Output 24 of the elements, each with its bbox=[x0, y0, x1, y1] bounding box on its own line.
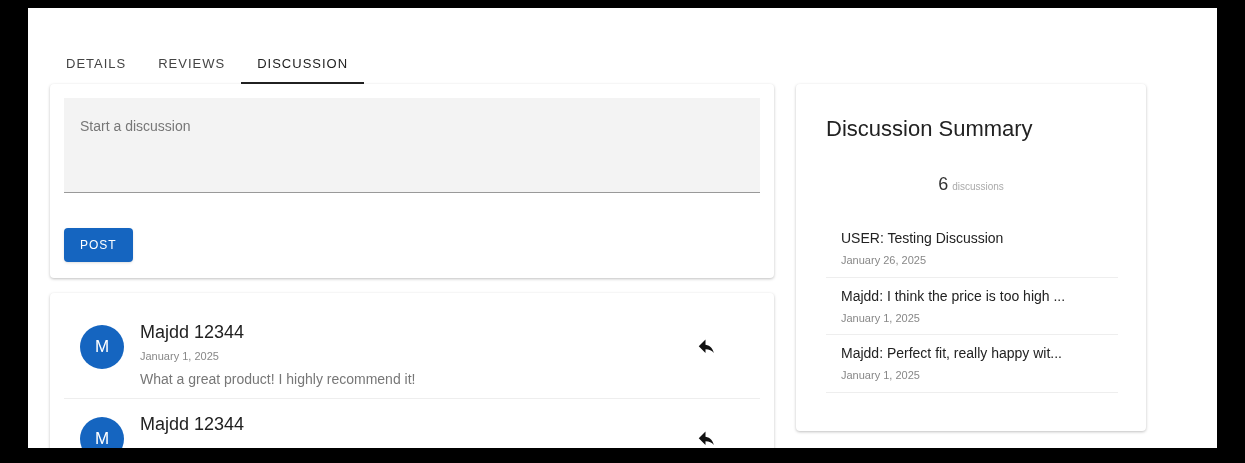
summary-item[interactable]: Majdd: I think the price is too high ... January 1, 2025 bbox=[826, 277, 1118, 335]
author-name: Majdd 12344 bbox=[140, 412, 246, 436]
tab[interactable]: DETAILS bbox=[50, 46, 143, 84]
author-name: Majdd 12344 bbox=[140, 321, 246, 344]
post-button[interactable]: POST bbox=[64, 228, 133, 262]
summary-title: Discussion Summary bbox=[826, 115, 1034, 143]
item-title: Majdd: Perfect fit, really happy wit... bbox=[841, 344, 1063, 363]
item-title: Majdd: I think the price is too high ... bbox=[841, 286, 1067, 306]
count-label: discussions bbox=[952, 180, 1004, 194]
item-date: January 1, 2025 bbox=[841, 368, 921, 383]
post-date: January 1, 2025 bbox=[140, 349, 220, 364]
summary-item[interactable]: Majdd: Perfect fit, really happy wit... January 1, 2025 bbox=[826, 335, 1118, 393]
tab[interactable]: REVIEWS bbox=[142, 46, 242, 84]
item-title: USER: Testing Discussion bbox=[841, 229, 1005, 248]
reply-icon[interactable] bbox=[698, 339, 716, 355]
discussion-input[interactable]: Start a discussion bbox=[64, 98, 760, 193]
item-date: January 26, 2025 bbox=[841, 253, 927, 268]
item-date: January 1, 2025 bbox=[841, 310, 921, 326]
message-text: What a great product! I highly recommend it! bbox=[140, 369, 417, 389]
reply-icon[interactable] bbox=[698, 430, 716, 447]
avatar: M bbox=[80, 325, 124, 369]
discussion-count: 6 bbox=[938, 173, 949, 196]
summary-item[interactable]: USER: Testing Discussion January 26, 2025 bbox=[826, 220, 1118, 278]
avatar: M bbox=[80, 416, 124, 448]
